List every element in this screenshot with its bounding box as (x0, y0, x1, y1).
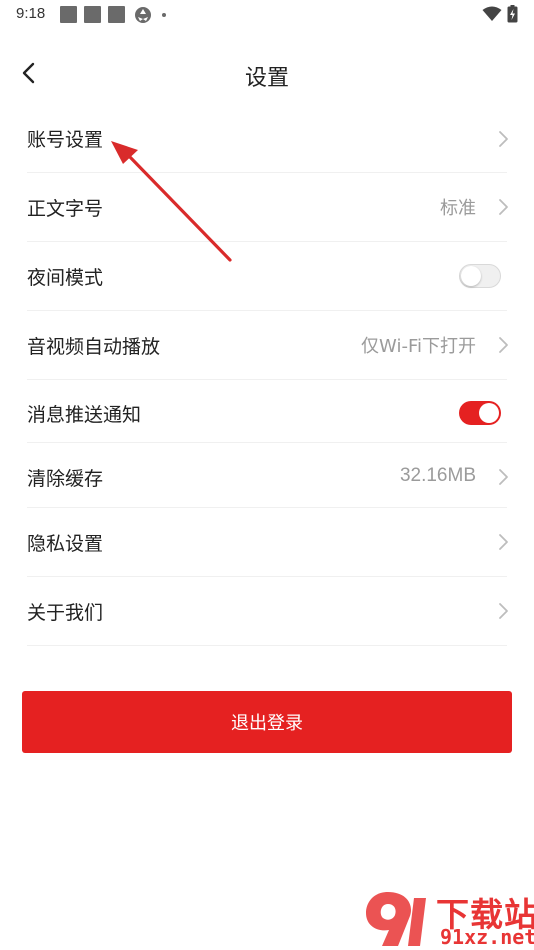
settings-item-label: 关于我们 (27, 602, 104, 624)
wifi-icon (482, 6, 502, 21)
watermark-url: 91xz.net (440, 925, 534, 949)
notification-square-icon (108, 6, 125, 23)
settings-item-push-notifications: 消息推送通知 (0, 380, 534, 443)
settings-item-value: 标准 (440, 198, 476, 219)
settings-item-account[interactable]: 账号设置 (0, 104, 534, 173)
settings-item-value: 32.16MB (399, 465, 476, 486)
notification-square-icon (60, 6, 77, 23)
status-bar: 9:18 (0, 0, 534, 30)
aperture-icon (135, 7, 151, 23)
chevron-right-icon (499, 337, 508, 353)
divider (27, 645, 507, 646)
toggle-knob (479, 403, 499, 423)
settings-item-label: 音视频自动播放 (27, 336, 161, 358)
status-time: 9:18 (16, 5, 46, 22)
chevron-right-icon (499, 199, 508, 215)
settings-item-night-mode: 夜间模式 (0, 242, 534, 311)
chevron-right-icon (499, 534, 508, 550)
night-mode-toggle[interactable] (459, 264, 501, 288)
notification-square-icon (84, 6, 101, 23)
settings-item-autoplay[interactable]: 音视频自动播放 仅Wi-Fi下打开 (0, 311, 534, 380)
chevron-right-icon (499, 131, 508, 147)
battery-charging-icon (507, 5, 518, 23)
watermark: 下载站 91xz.net (362, 888, 534, 950)
settings-item-label: 清除缓存 (27, 468, 104, 490)
settings-item-clear-cache[interactable]: 清除缓存 32.16MB (0, 443, 534, 508)
page-title: 设置 (244, 66, 289, 91)
watermark-logo-icon (366, 892, 426, 946)
settings-item-font-size[interactable]: 正文字号 标准 (0, 173, 534, 242)
settings-item-label: 夜间模式 (27, 267, 104, 289)
header: 设置 (0, 40, 534, 106)
settings-item-label: 正文字号 (27, 198, 104, 220)
dot-icon (162, 13, 166, 17)
settings-item-label: 隐私设置 (27, 533, 104, 555)
settings-item-label: 消息推送通知 (27, 404, 142, 426)
chevron-right-icon (499, 603, 508, 619)
toggle-knob (461, 266, 481, 286)
settings-item-value: 仅Wi-Fi下打开 (361, 336, 476, 357)
logout-button[interactable]: 退出登录 (22, 691, 512, 753)
push-notifications-toggle[interactable] (459, 401, 501, 425)
chevron-right-icon (499, 469, 508, 485)
settings-item-about[interactable]: 关于我们 (0, 577, 534, 646)
settings-item-label: 账号设置 (27, 129, 104, 151)
settings-item-privacy[interactable]: 隐私设置 (0, 508, 534, 577)
